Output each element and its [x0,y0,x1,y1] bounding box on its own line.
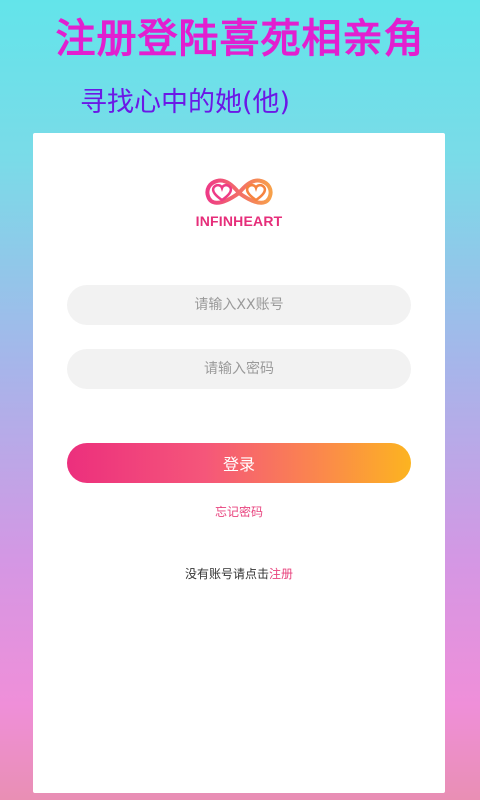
infinity-heart-logo-icon [205,178,273,205]
account-input[interactable] [67,285,411,325]
register-prompt-text: 没有账号请点击 [184,567,269,581]
forgot-password-link[interactable]: 忘记密码 [33,503,445,520]
register-prompt: 没有账号请点击注册 [33,565,445,582]
banner-subtitle: 寻找心中的她(他) [80,87,291,118]
logo-text: INFINHEART [195,213,283,229]
login-button[interactable]: 登录 [67,443,411,483]
login-card: INFINHEART 登录 忘记密码 没有账号请点击注册 [33,133,445,793]
register-link[interactable]: 注册 [269,567,293,581]
banner-title: 注册登陆喜苑相亲角 [55,15,425,62]
password-input[interactable] [67,349,411,389]
app-logo: INFINHEART [184,173,294,235]
